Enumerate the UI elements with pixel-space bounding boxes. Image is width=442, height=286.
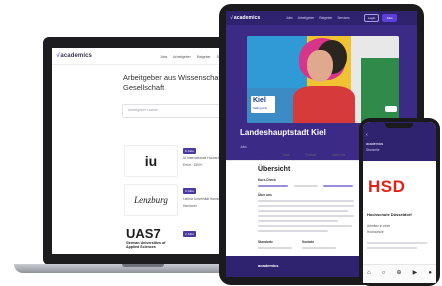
- home-icon[interactable]: ⌂: [367, 270, 371, 276]
- tablet-nav-arbeitgeber[interactable]: Arbeitgeber: [298, 16, 314, 20]
- phone-bottom-nav: ⌂ ○ ⊕ ▶ ●: [363, 264, 436, 283]
- hsd-logo: HSD: [368, 177, 408, 197]
- tablet-nav-buttons: Login Jobs: [364, 14, 397, 22]
- tab-overview[interactable]: Übersicht: [252, 153, 267, 157]
- hero-sweater: [293, 86, 355, 123]
- employer-card-logo-iu[interactable]: iu: [124, 145, 178, 177]
- tab-about[interactable]: Über uns: [332, 153, 345, 157]
- back-arrow-icon[interactable]: ‹: [366, 133, 368, 138]
- text-line: [258, 220, 338, 222]
- text-line: [302, 247, 336, 249]
- text-line: [258, 225, 352, 227]
- laptop-logo[interactable]: √academics: [56, 53, 92, 59]
- tablet-login-button[interactable]: Login: [364, 14, 380, 22]
- tab-jobs[interactable]: Jobs: [283, 153, 290, 157]
- phone-nav-icons: ⌂ ○ ⊕ ▶ ●: [367, 270, 432, 276]
- employer-card-logo-leibniz[interactable]: Lenzburg: [124, 184, 178, 216]
- employer-card-logo-uas7[interactable]: UAS7 German Universities of Applied Scie…: [124, 226, 180, 254]
- hero-green-panel: [361, 58, 399, 123]
- card-meta-1: Erfurt · 1500+: [183, 163, 203, 167]
- phone-title: academics: [366, 142, 384, 146]
- phone-company-name: Hochschule Düsseldorf: [367, 212, 412, 217]
- overview-heading: Übersicht: [258, 166, 291, 173]
- search-icon[interactable]: ○: [382, 270, 386, 276]
- reels-icon[interactable]: ▶: [413, 270, 418, 276]
- phone-subtitle: Startseite: [366, 148, 380, 152]
- section-heading-1: Kurz-Check: [258, 178, 276, 182]
- section-heading-2: Über uns: [258, 193, 272, 197]
- phone-text-line-1: Arbeiten in einer: [367, 224, 391, 228]
- tablet-nav-services[interactable]: Services: [337, 16, 349, 20]
- tab-contact[interactable]: Kontakt: [305, 153, 316, 157]
- profile-icon[interactable]: ●: [428, 270, 432, 276]
- card-title-2[interactable]: Leibniz Universität Hannover: [183, 197, 224, 201]
- uas7-logo-sub: German Universities of Applied Sciences: [126, 241, 166, 249]
- text-line: [294, 185, 318, 187]
- iu-logo-text: iu: [144, 153, 158, 169]
- hero-face: [307, 50, 333, 82]
- card-tag-1: 8 Jobs: [183, 148, 196, 154]
- tablet-jobs-button[interactable]: Jobs: [382, 14, 397, 22]
- laptop-nav-ratgeber[interactable]: Ratgeber: [197, 55, 211, 59]
- laptop-headline-2: Gesellschaft: [123, 83, 165, 92]
- phone-text-line-2: Hochschule: [367, 230, 384, 234]
- academics-mark-icon: √: [230, 15, 233, 21]
- text-line: [367, 242, 427, 244]
- text-line: [258, 200, 354, 202]
- uas7-logo-text: UAS7: [126, 226, 161, 241]
- kiel-badge-text: Kiel: [253, 97, 266, 104]
- tablet-logo[interactable]: √academics: [230, 15, 260, 21]
- tablet-tabs: Übersicht Jobs Kontakt Über uns: [252, 153, 345, 157]
- kiel-badge-sub: Sailing.City.: [253, 106, 268, 110]
- text-line: [258, 205, 354, 207]
- text-line: [323, 185, 353, 187]
- hsd-logo-text: HSD: [368, 177, 406, 196]
- section-heading-4: Kontakt: [302, 240, 314, 244]
- laptop-nav-jobs[interactable]: Jobs: [160, 55, 167, 59]
- text-line: [258, 185, 288, 187]
- phone-notch: [385, 123, 413, 128]
- laptop-search-input[interactable]: Arbeitgeber suchen: [122, 104, 234, 118]
- tablet-nav-links: Jobs Arbeitgeber Ratgeber Services: [286, 16, 350, 20]
- laptop-search-placeholder: Arbeitgeber suchen: [128, 108, 159, 112]
- plus-icon[interactable]: ⊕: [396, 270, 401, 276]
- tablet-page-title: Landeshauptstadt Kiel: [240, 128, 326, 137]
- text-line: [258, 215, 354, 217]
- text-line: [367, 247, 417, 249]
- text-line: [258, 247, 292, 249]
- card-title-1[interactable]: IU Internationale Hochsch.: [183, 156, 221, 160]
- laptop-divider: [52, 64, 234, 65]
- laptop-notch: [122, 264, 164, 267]
- hero-follow-button[interactable]: [385, 106, 397, 112]
- kiel-badge: Kiel Sailing.City.: [251, 96, 275, 113]
- tablet-nav-ratgeber[interactable]: Ratgeber: [319, 16, 332, 20]
- card-tag-3: 2 Jobs: [183, 231, 196, 237]
- text-line: [258, 210, 348, 212]
- tablet-footer-brand: academics: [258, 263, 279, 268]
- card-tag-2: 3 Jobs: [183, 188, 196, 194]
- tablet-page-subtitle: Jobs: [240, 145, 247, 149]
- leibniz-logo-text: Lenzburg: [134, 195, 168, 205]
- tablet-hero-image: Kiel Sailing.City.: [247, 36, 399, 123]
- tablet-nav-jobs[interactable]: Jobs: [286, 16, 293, 20]
- text-line: [258, 230, 328, 232]
- card-meta-2: Hannover: [183, 204, 197, 208]
- section-heading-3: Standorte: [258, 240, 273, 244]
- laptop-nav-arbeitgeber[interactable]: Arbeitgeber: [173, 55, 191, 59]
- academics-mark-icon: √: [56, 53, 60, 59]
